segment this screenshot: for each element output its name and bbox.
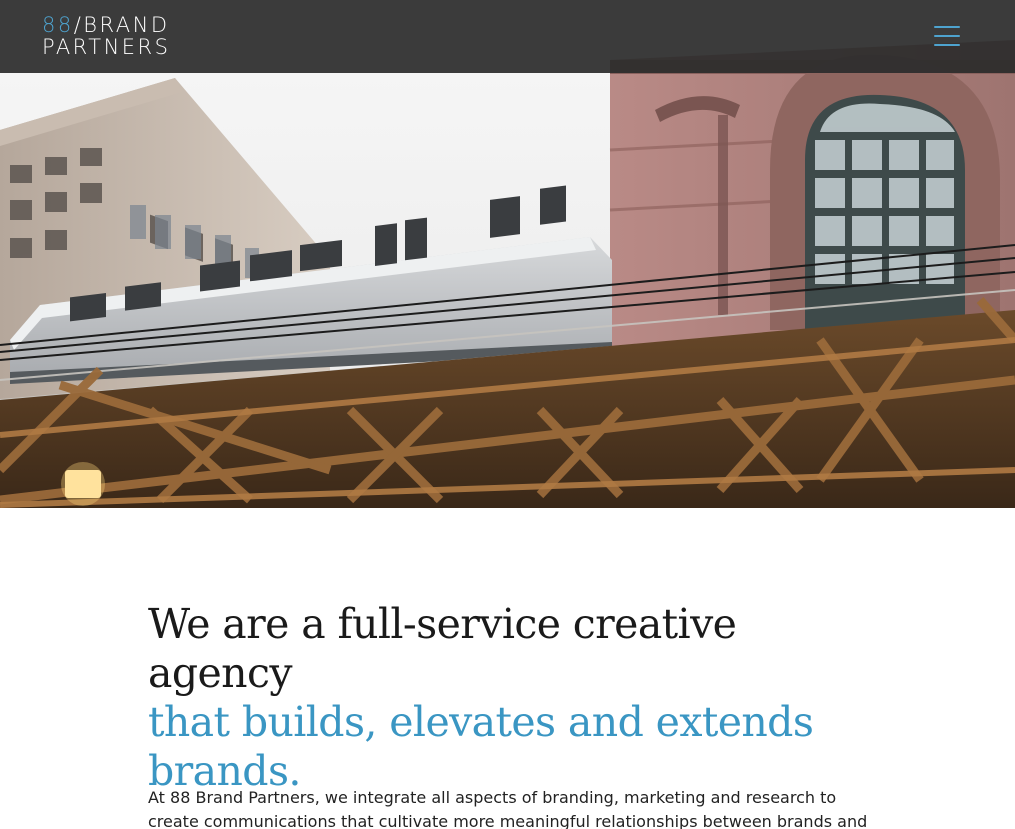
hamburger-menu-icon[interactable] <box>934 24 960 48</box>
hero-image <box>0 0 1015 508</box>
logo-number: 88 <box>42 13 74 37</box>
logo-brand-word: /BRAND <box>73 13 170 37</box>
menu-bar-bottom <box>934 44 960 46</box>
intro-headline: We are a full-service creative agency th… <box>148 600 868 796</box>
menu-bar-middle <box>934 35 960 37</box>
hero-photo-illustration <box>0 0 1015 508</box>
headline-dark-text: We are a full-service creative agency <box>148 600 737 697</box>
intro-body-text: At 88 Brand Partners, we integrate all a… <box>148 788 868 829</box>
logo-line-1: 88/BRAND <box>42 14 170 36</box>
headline-accent-text: that builds, elevates and extends brands… <box>148 698 814 795</box>
brand-logo[interactable]: 88/BRAND PARTNERS <box>42 14 170 58</box>
intro-section: We are a full-service creative agency th… <box>148 600 868 796</box>
menu-bar-top <box>934 26 960 28</box>
logo-partners-word: PARTNERS <box>42 35 171 59</box>
site-header: 88/BRAND PARTNERS <box>0 0 1015 73</box>
